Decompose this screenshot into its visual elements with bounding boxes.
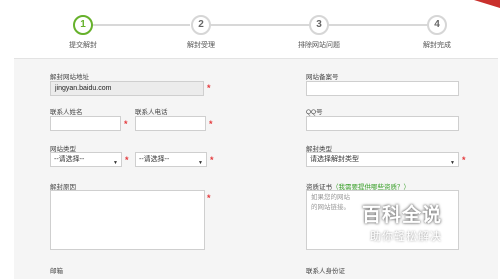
step-1-label: 提交解封 xyxy=(69,42,97,49)
icp-input[interactable] xyxy=(306,81,459,96)
required-mark: * xyxy=(462,155,466,165)
step-3-label: 排除网站问题 xyxy=(298,42,340,49)
step-2-circle: 2 xyxy=(191,15,211,35)
caret-down-icon: ▼ xyxy=(113,160,118,166)
select-value: --请选择-- xyxy=(139,156,170,163)
site-url-label: 解封网站地址 xyxy=(50,74,89,81)
required-mark: * xyxy=(207,83,211,93)
site-type-select-secondary[interactable]: --请选择-- ▼ xyxy=(135,152,207,167)
required-mark: * xyxy=(124,119,128,129)
step-connector xyxy=(210,24,310,26)
progress-steps: 1 2 3 4 提交解封 解封受理 排除网站问题 解封完成 xyxy=(0,0,500,56)
step-connector xyxy=(328,24,428,26)
qq-label: QQ号 xyxy=(306,109,323,116)
qq-input[interactable] xyxy=(306,116,459,131)
step-3-circle: 3 xyxy=(309,15,329,35)
icp-label: 网站备案号 xyxy=(306,74,339,81)
required-mark: * xyxy=(207,193,211,203)
select-value: --请选择-- xyxy=(54,156,85,163)
required-mark: * xyxy=(209,119,213,129)
step-4-label: 解封完成 xyxy=(423,42,451,49)
contact-phone-label: 联系人电话 xyxy=(135,109,168,116)
contact-phone-input[interactable] xyxy=(135,116,206,131)
caret-down-icon: ▼ xyxy=(198,160,203,166)
select-value: 请选择解封类型 xyxy=(310,156,359,163)
corner-ribbon xyxy=(474,0,500,8)
step-2-label: 解封受理 xyxy=(187,42,215,49)
required-mark: * xyxy=(210,155,214,165)
caret-down-icon: ▼ xyxy=(450,160,455,166)
site-type-select-primary[interactable]: --请选择-- ▼ xyxy=(50,152,122,167)
site-url-input[interactable]: jingyan.baidu.com xyxy=(50,81,204,96)
unblock-type-select[interactable]: 请选择解封类型 ▼ xyxy=(306,152,459,167)
contact-name-input[interactable] xyxy=(50,116,121,131)
step-connector xyxy=(92,24,190,26)
contact-name-label: 联系人姓名 xyxy=(50,109,83,116)
step-1-circle: 1 xyxy=(73,15,93,35)
required-mark: * xyxy=(125,155,129,165)
reason-textarea[interactable] xyxy=(50,190,205,250)
step-4-circle: 4 xyxy=(427,15,447,35)
watermark-subtitle: 助你轻松解决 xyxy=(370,231,442,243)
watermark-title: 百科全说 xyxy=(362,205,443,226)
unblock-form: 解封网站地址 jingyan.baidu.com * 网站备案号 联系人姓名 *… xyxy=(14,58,498,279)
